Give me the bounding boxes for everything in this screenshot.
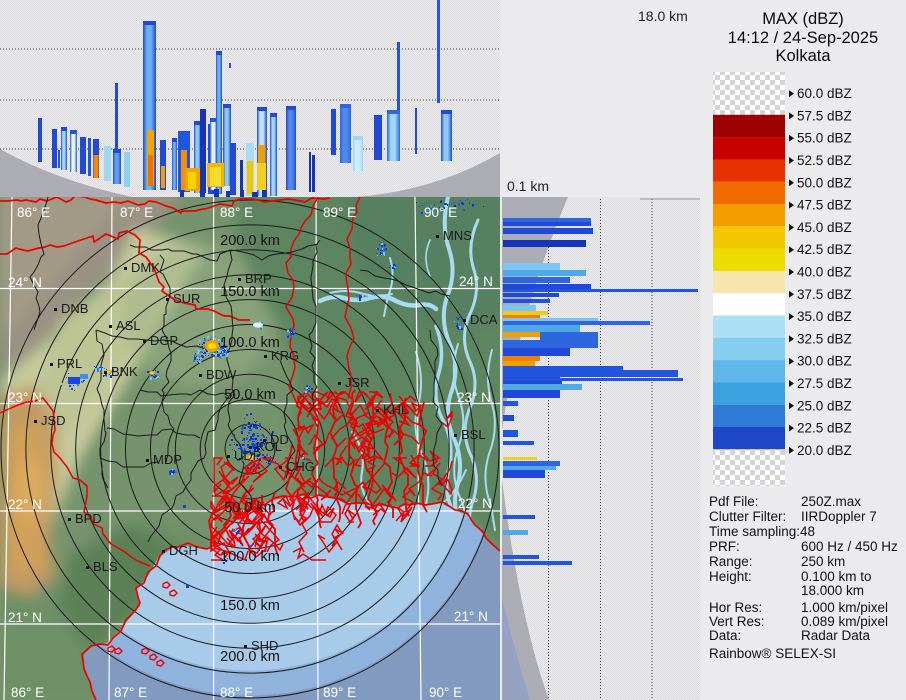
svg-text:50.0 km: 50.0 km: [224, 500, 276, 516]
svg-text:Hor Res:: Hor Res:: [709, 600, 762, 615]
svg-text:150.0 km: 150.0 km: [220, 598, 280, 614]
svg-text:86° E: 86° E: [11, 685, 44, 700]
svg-text:Kolkata: Kolkata: [775, 47, 831, 65]
svg-text:24° N: 24° N: [459, 274, 493, 289]
svg-text:ASL: ASL: [116, 318, 141, 333]
svg-text:1.000 km/pixel: 1.000 km/pixel: [801, 600, 888, 615]
svg-text:DMK: DMK: [131, 260, 160, 275]
svg-text:BLS: BLS: [93, 559, 118, 574]
svg-text:MDP: MDP: [153, 452, 182, 467]
svg-text:BDW: BDW: [206, 367, 237, 382]
svg-text:BPD: BPD: [75, 511, 102, 526]
svg-text:35.0 dBZ: 35.0 dBZ: [797, 309, 852, 324]
svg-text:21° N: 21° N: [8, 610, 42, 625]
svg-text:86° E: 86° E: [17, 205, 50, 220]
svg-text:CHG: CHG: [286, 459, 315, 474]
svg-text:Range:: Range:: [709, 554, 753, 569]
svg-text:23° N: 23° N: [8, 390, 42, 405]
svg-text:52.5 dBZ: 52.5 dBZ: [797, 153, 852, 168]
svg-text:DGH: DGH: [169, 543, 198, 558]
svg-text:25.0 dBZ: 25.0 dBZ: [797, 398, 852, 413]
svg-text:MAX (dBZ): MAX (dBZ): [762, 10, 844, 28]
svg-text:DCA: DCA: [470, 312, 498, 327]
svg-text:30.0 dBZ: 30.0 dBZ: [797, 354, 852, 369]
svg-text:32.5 dBZ: 32.5 dBZ: [797, 331, 852, 346]
svg-text:150.0 km: 150.0 km: [220, 284, 280, 300]
svg-text:60.0 dBZ: 60.0 dBZ: [797, 86, 852, 101]
svg-text:Vert Res:: Vert Res:: [709, 614, 765, 629]
svg-text:Time sampling:48: Time sampling:48: [709, 524, 815, 539]
svg-text:88° E: 88° E: [220, 205, 253, 220]
svg-text:89° E: 89° E: [323, 685, 356, 700]
svg-text:PRL: PRL: [57, 356, 82, 371]
svg-text:40.0 dBZ: 40.0 dBZ: [797, 265, 852, 280]
svg-text:18.0 km: 18.0 km: [638, 8, 688, 24]
svg-text:0.100 km to: 0.100 km to: [801, 569, 872, 584]
svg-text:JSR: JSR: [345, 375, 370, 390]
svg-text:18.000 km: 18.000 km: [801, 583, 864, 598]
svg-text:SUR: SUR: [173, 291, 200, 306]
svg-text:23° N: 23° N: [457, 390, 491, 405]
svg-text:DNB: DNB: [61, 301, 88, 316]
svg-text:JSD: JSD: [41, 413, 66, 428]
svg-text:42.5 dBZ: 42.5 dBZ: [797, 242, 852, 257]
svg-text:55.0 dBZ: 55.0 dBZ: [797, 131, 852, 146]
svg-text:200.0 km: 200.0 km: [220, 233, 280, 249]
svg-text:88° E: 88° E: [220, 685, 253, 700]
svg-text:21° N: 21° N: [454, 609, 488, 624]
svg-text:Height:: Height:: [709, 569, 752, 584]
svg-text:100.0 km: 100.0 km: [220, 549, 280, 565]
svg-text:45.0 dBZ: 45.0 dBZ: [797, 220, 852, 235]
svg-text:27.5 dBZ: 27.5 dBZ: [797, 376, 852, 391]
svg-text:Radar Data: Radar Data: [801, 628, 871, 643]
svg-text:0.089 km/pixel: 0.089 km/pixel: [801, 614, 888, 629]
svg-text:87° E: 87° E: [114, 685, 147, 700]
svg-text:24° N: 24° N: [8, 275, 42, 290]
svg-text:0.1 km: 0.1 km: [507, 178, 549, 194]
svg-text:22° N: 22° N: [8, 497, 42, 512]
svg-text:50.0 km: 50.0 km: [224, 387, 276, 403]
svg-text:50.0 dBZ: 50.0 dBZ: [797, 175, 852, 190]
svg-text:87° E: 87° E: [120, 205, 153, 220]
svg-text:PRF:: PRF:: [709, 539, 740, 554]
svg-text:KHL: KHL: [383, 402, 408, 417]
svg-text:89° E: 89° E: [323, 205, 356, 220]
svg-text:22.5 dBZ: 22.5 dBZ: [797, 421, 852, 436]
svg-text:UDP: UDP: [234, 448, 261, 463]
svg-text:100.0 km: 100.0 km: [220, 335, 280, 351]
svg-text:20.0 dBZ: 20.0 dBZ: [797, 443, 852, 458]
svg-text:250Z.max: 250Z.max: [801, 494, 861, 509]
svg-text:57.5 dBZ: 57.5 dBZ: [797, 108, 852, 123]
svg-text:MNS: MNS: [443, 228, 472, 243]
svg-text:Pdf File:: Pdf File:: [709, 494, 759, 509]
svg-text:47.5 dBZ: 47.5 dBZ: [797, 198, 852, 213]
svg-text:250 km: 250 km: [801, 554, 845, 569]
svg-text:14:12 / 24-Sep-2025: 14:12 / 24-Sep-2025: [728, 29, 878, 47]
svg-text:90° E: 90° E: [429, 685, 462, 700]
svg-text:600 Hz / 450 Hz: 600 Hz / 450 Hz: [801, 539, 898, 554]
svg-text:200.0 km: 200.0 km: [220, 649, 280, 665]
svg-text:BNK: BNK: [111, 364, 138, 379]
svg-text:DGP: DGP: [150, 333, 178, 348]
svg-text:90° E: 90° E: [424, 205, 457, 220]
svg-text:BSL: BSL: [461, 427, 486, 442]
svg-text:37.5 dBZ: 37.5 dBZ: [797, 287, 852, 302]
svg-text:IIRDoppler 7: IIRDoppler 7: [801, 509, 877, 524]
svg-text:Data:: Data:: [709, 628, 741, 643]
svg-text:Rainbow® SELEX-SI: Rainbow® SELEX-SI: [709, 646, 836, 661]
svg-text:Clutter Filter:: Clutter Filter:: [709, 509, 786, 524]
svg-text:22° N: 22° N: [458, 496, 492, 511]
